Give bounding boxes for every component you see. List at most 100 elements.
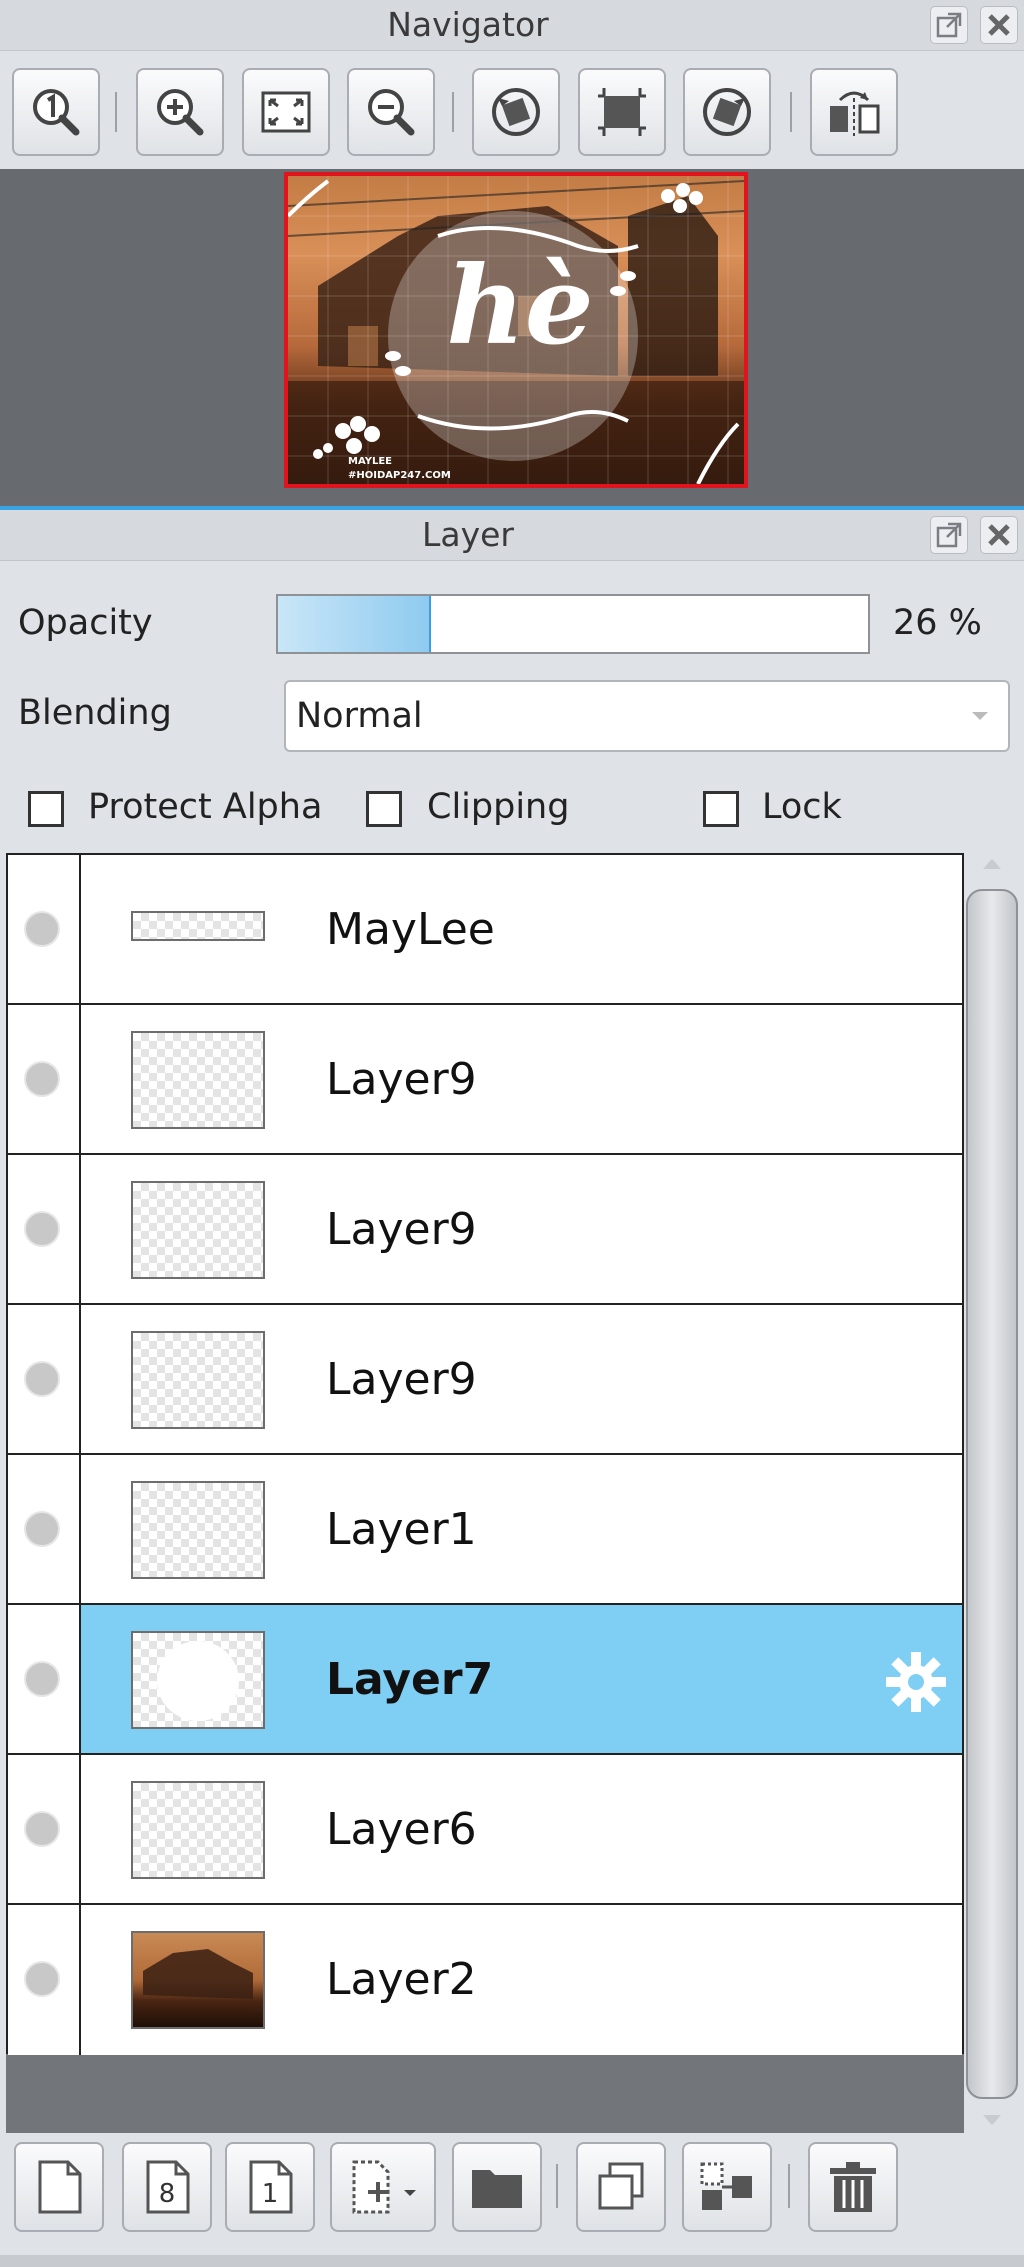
layer-thumbnail-photo bbox=[131, 1931, 265, 2029]
layer-visibility-toggle[interactable] bbox=[24, 1211, 60, 1247]
layer-row[interactable]: Layer9 bbox=[8, 1305, 962, 1455]
layer-thumbnail bbox=[131, 1031, 265, 1129]
layer-thumbnail bbox=[131, 911, 265, 941]
toolbar-separator bbox=[452, 92, 454, 132]
visibility-cell bbox=[8, 1305, 81, 1453]
layer-thumbnail bbox=[131, 1481, 265, 1579]
lock-label: Lock bbox=[762, 787, 842, 827]
preview-watermark-site: #HOIDAP247.COM bbox=[348, 470, 451, 481]
layer-scrollbar-track[interactable] bbox=[964, 853, 1020, 2133]
rotate-right-button[interactable] bbox=[683, 68, 771, 156]
layer-name: Layer2 bbox=[326, 1954, 477, 2005]
layer-visibility-toggle[interactable] bbox=[24, 1061, 60, 1097]
layer-name: Layer9 bbox=[326, 1204, 477, 1255]
visibility-cell bbox=[8, 1755, 81, 1903]
scroll-down-arrow-icon[interactable] bbox=[981, 2113, 1003, 2127]
opacity-slider[interactable] bbox=[276, 594, 870, 654]
bit-depth-8-text: 8 bbox=[159, 2179, 176, 2209]
visibility-cell bbox=[8, 1455, 81, 1603]
layer-row[interactable]: MayLee bbox=[8, 855, 962, 1005]
layer-name: MayLee bbox=[326, 904, 495, 955]
blending-select[interactable]: Normal bbox=[284, 680, 1010, 752]
new-layer-button[interactable] bbox=[14, 2142, 104, 2232]
merge-down-icon bbox=[700, 2162, 752, 2210]
rotate-right-icon bbox=[703, 88, 751, 136]
layer-visibility-toggle[interactable] bbox=[24, 1511, 60, 1547]
opacity-value: 26 % bbox=[893, 603, 982, 643]
lock-checkbox[interactable] bbox=[703, 791, 739, 827]
layer-visibility-toggle[interactable] bbox=[24, 1961, 60, 1997]
layer-row[interactable]: Layer9 bbox=[8, 1005, 962, 1155]
layer-popout-button[interactable] bbox=[930, 516, 968, 554]
layer-name: Layer1 bbox=[326, 1504, 477, 1555]
zoom-out-button[interactable] bbox=[347, 68, 435, 156]
bit-depth-1-text: 1 bbox=[262, 2179, 279, 2209]
blending-label: Blending bbox=[18, 693, 172, 733]
chevron-down-icon bbox=[972, 712, 988, 720]
flip-horizontal-icon bbox=[830, 91, 880, 136]
layer-thumbnail bbox=[131, 1781, 265, 1879]
layer-visibility-toggle[interactable] bbox=[24, 1811, 60, 1847]
layer-name: Layer7 bbox=[326, 1654, 494, 1705]
visibility-cell bbox=[8, 1005, 81, 1153]
navigator-titlebar: Navigator bbox=[0, 0, 1024, 51]
visibility-cell bbox=[8, 855, 81, 1003]
protect-alpha-checkbox[interactable] bbox=[28, 791, 64, 827]
close-icon bbox=[988, 524, 1010, 546]
toolbar-separator bbox=[556, 2164, 558, 2208]
layer-scrollbar-thumb[interactable] bbox=[966, 889, 1018, 2099]
layer-row-selected[interactable]: Layer7 bbox=[8, 1605, 962, 1755]
toolbar-separator bbox=[115, 92, 117, 132]
new-1bit-layer-icon: 1 bbox=[249, 2160, 293, 2214]
navigator-popout-button[interactable] bbox=[930, 6, 968, 44]
blending-select-value: Normal bbox=[296, 696, 423, 736]
clipping-checkbox[interactable] bbox=[366, 791, 402, 827]
fit-screen-icon bbox=[261, 91, 311, 133]
layer-settings-gear-icon[interactable] bbox=[884, 1650, 948, 1714]
scroll-up-arrow-icon[interactable] bbox=[981, 857, 1003, 871]
flip-horizontal-button[interactable] bbox=[810, 68, 898, 156]
add-layer-menu-button[interactable] bbox=[330, 2142, 436, 2232]
new-folder-button[interactable] bbox=[452, 2142, 542, 2232]
layer-thumbnail bbox=[131, 1331, 265, 1429]
clipping-label: Clipping bbox=[427, 787, 570, 827]
zoom-out-icon bbox=[368, 89, 415, 136]
duplicate-layer-button[interactable] bbox=[576, 2142, 666, 2232]
layer-close-button[interactable] bbox=[980, 516, 1018, 554]
layer-row[interactable]: Layer6 bbox=[8, 1755, 962, 1905]
toolbar-separator bbox=[788, 2164, 790, 2208]
preview-overlay-text: hè bbox=[446, 243, 594, 369]
layer-visibility-toggle[interactable] bbox=[24, 1361, 60, 1397]
navigator-preview-area[interactable]: hè MAYLEE #HOIDAP247.COM bbox=[0, 169, 1024, 506]
close-icon bbox=[988, 14, 1010, 36]
zoom-in-button[interactable] bbox=[136, 68, 224, 156]
layer-titlebar: Layer bbox=[0, 510, 1024, 561]
fit-screen-button[interactable] bbox=[242, 68, 330, 156]
merge-down-button[interactable] bbox=[682, 2142, 772, 2232]
toolbar-separator bbox=[790, 92, 792, 132]
reset-rotation-icon bbox=[598, 88, 646, 136]
panel-bottom-edge bbox=[0, 2255, 1024, 2267]
layer-visibility-toggle[interactable] bbox=[24, 1661, 60, 1697]
layer-panel-title: Layer bbox=[421, 515, 514, 554]
layer-name: Layer9 bbox=[326, 1354, 477, 1405]
protect-alpha-label: Protect Alpha bbox=[88, 787, 323, 827]
new-8bit-layer-button[interactable]: 8 bbox=[122, 2142, 212, 2232]
preview-watermark-name: MAYLEE bbox=[348, 456, 393, 467]
layer-row[interactable]: Layer2 bbox=[8, 1905, 962, 2055]
navigator-close-button[interactable] bbox=[980, 6, 1018, 44]
navigator-preview-frame[interactable]: hè MAYLEE #HOIDAP247.COM bbox=[284, 172, 748, 488]
new-8bit-layer-icon: 8 bbox=[146, 2160, 190, 2214]
layer-visibility-toggle[interactable] bbox=[24, 911, 60, 947]
rotate-left-button[interactable] bbox=[472, 68, 560, 156]
delete-layer-button[interactable] bbox=[808, 2142, 898, 2232]
popout-icon bbox=[936, 522, 962, 548]
new-layer-icon bbox=[38, 2160, 82, 2214]
layer-row[interactable]: Layer1 bbox=[8, 1455, 962, 1605]
reset-rotation-button[interactable] bbox=[578, 68, 666, 156]
new-1bit-layer-button[interactable]: 1 bbox=[225, 2142, 315, 2232]
new-folder-icon bbox=[472, 2170, 522, 2208]
actual-size-button[interactable] bbox=[12, 68, 100, 156]
duplicate-layer-icon bbox=[598, 2162, 644, 2210]
layer-row[interactable]: Layer9 bbox=[8, 1155, 962, 1305]
